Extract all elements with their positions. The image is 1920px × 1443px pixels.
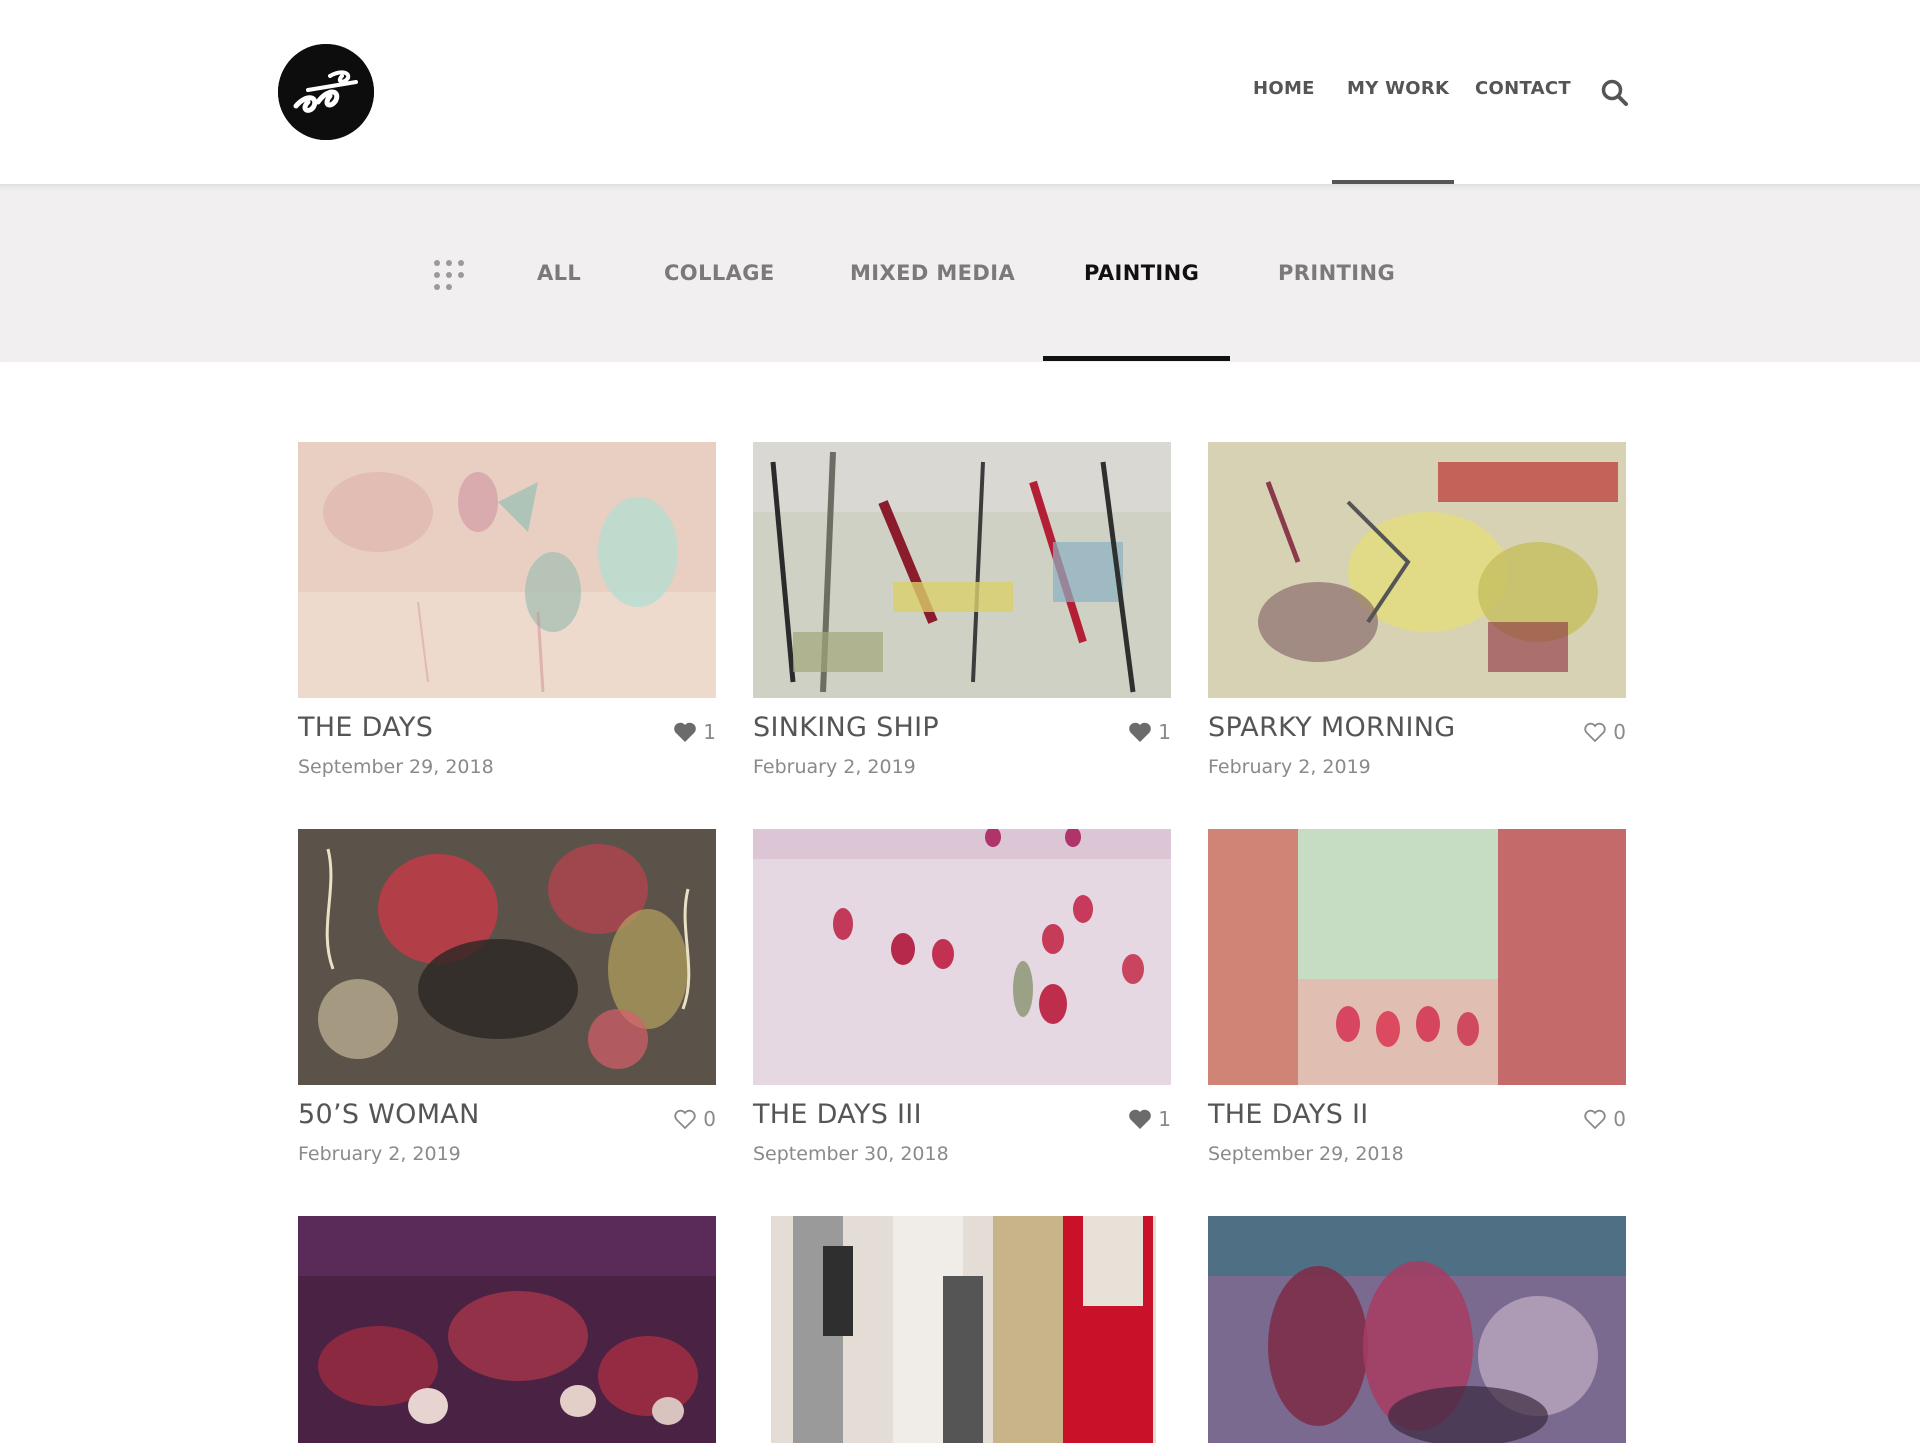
artwork-thumbnail[interactable] — [1208, 442, 1626, 698]
artwork-date: February 2, 2019 — [753, 756, 916, 778]
artwork-title[interactable]: THE DAYS II — [1208, 1099, 1369, 1130]
artwork-thumbnail[interactable] — [753, 829, 1171, 1085]
artwork-title[interactable]: THE DAYS — [298, 712, 433, 743]
artwork-title[interactable]: 50’S WOMAN — [298, 1099, 480, 1130]
heart-outline-icon — [1584, 722, 1606, 743]
filter-mixed-media[interactable]: MIXED MEDIA — [850, 261, 1015, 285]
filter-painting[interactable]: PAINTING — [1084, 261, 1199, 285]
scroll-to-top-button[interactable] — [1806, 1306, 1886, 1386]
filter-collage[interactable]: COLLAGE — [664, 261, 775, 285]
artwork-thumbnail[interactable] — [1208, 829, 1626, 1085]
like-count: 0 — [1613, 1107, 1626, 1131]
category-filter-bar: ALL COLLAGE MIXED MEDIA PAINTING PRINTIN… — [0, 184, 1920, 362]
artwork-date: February 2, 2019 — [1208, 756, 1371, 778]
artist-logo-icon[interactable] — [278, 44, 374, 140]
like-button[interactable]: 0 — [673, 1107, 716, 1131]
site-header: HOME MY WORK CONTACT — [0, 0, 1920, 184]
nav-home[interactable]: HOME — [1253, 78, 1315, 99]
like-count: 0 — [1613, 720, 1626, 744]
like-button[interactable]: 1 — [1128, 720, 1171, 744]
like-count: 0 — [703, 1107, 716, 1131]
heart-filled-icon — [1129, 722, 1152, 742]
portfolio-card — [298, 1216, 716, 1443]
heart-outline-icon — [674, 1109, 696, 1130]
like-button[interactable]: 1 — [1128, 1107, 1171, 1131]
artwork-thumbnail[interactable] — [298, 442, 716, 698]
filter-printing[interactable]: PRINTING — [1278, 261, 1395, 285]
artwork-title[interactable]: SINKING SHIP — [753, 712, 939, 743]
like-count: 1 — [1158, 720, 1171, 744]
portfolio-card — [1208, 1216, 1626, 1443]
heart-outline-icon — [1584, 1109, 1606, 1130]
like-button[interactable]: 1 — [673, 720, 716, 744]
filter-active-indicator — [1043, 356, 1230, 361]
grid-dots-icon[interactable] — [432, 258, 466, 292]
like-count: 1 — [703, 720, 716, 744]
nav-contact[interactable]: CONTACT — [1475, 78, 1571, 99]
artwork-date: September 29, 2018 — [1208, 1143, 1404, 1165]
artwork-thumbnail[interactable] — [753, 442, 1171, 698]
like-count: 1 — [1158, 1107, 1171, 1131]
nav-my-work[interactable]: MY WORK — [1347, 78, 1449, 99]
artwork-date: September 30, 2018 — [753, 1143, 949, 1165]
heart-filled-icon — [1129, 1109, 1152, 1129]
portfolio-card — [753, 1216, 1171, 1443]
artwork-thumbnail[interactable] — [753, 1216, 1171, 1443]
search-icon[interactable] — [1600, 78, 1630, 108]
artwork-thumbnail[interactable] — [298, 1216, 716, 1443]
heart-filled-icon — [674, 722, 697, 742]
nav-active-indicator — [1332, 180, 1454, 184]
artwork-title[interactable]: SPARKY MORNING — [1208, 712, 1456, 743]
artwork-thumbnail[interactable] — [1208, 1216, 1626, 1443]
artwork-date: September 29, 2018 — [298, 756, 494, 778]
like-button[interactable]: 0 — [1583, 720, 1626, 744]
like-button[interactable]: 0 — [1583, 1107, 1626, 1131]
artwork-date: February 2, 2019 — [298, 1143, 461, 1165]
artwork-thumbnail[interactable] — [298, 829, 716, 1085]
filter-all[interactable]: ALL — [537, 261, 581, 285]
artwork-title[interactable]: THE DAYS III — [753, 1099, 922, 1130]
